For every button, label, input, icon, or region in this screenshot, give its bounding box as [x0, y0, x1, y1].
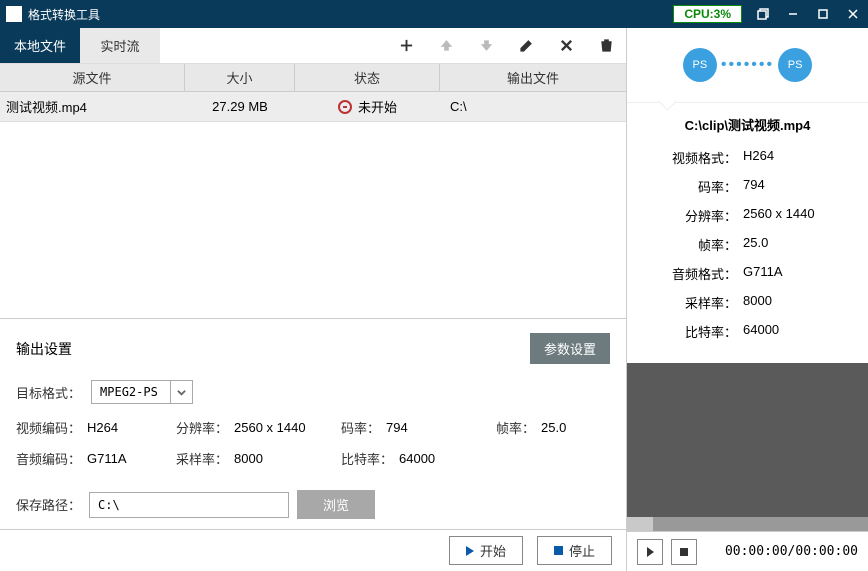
file-list: 测试视频.mp4 27.29 MB 未开始 C:\ [0, 92, 626, 318]
save-path-label: 保存路径： [16, 495, 81, 514]
cell-source: 测试视频.mp4 [0, 97, 185, 116]
player-stop-button[interactable] [671, 539, 697, 565]
bitrate-label: 码率： [341, 418, 380, 437]
save-path-input[interactable] [89, 492, 289, 518]
fps-label: 帧率： [496, 418, 535, 437]
stop-icon [680, 548, 688, 556]
target-format-input[interactable] [91, 380, 171, 404]
close-button[interactable] [838, 0, 868, 28]
table-header: 源文件 大小 状态 输出文件 [0, 64, 626, 92]
app-logo-icon [6, 6, 22, 22]
abitrate-label: 比特率： [341, 449, 393, 468]
prop-samplerate-label: 采样率： [637, 293, 737, 312]
tab-bar: 本地文件 实时流 [0, 28, 626, 64]
prop-resolution-value: 2560 x 1440 [743, 206, 815, 225]
move-up-button[interactable] [426, 28, 466, 63]
prop-bitrate-label: 码率： [637, 177, 737, 196]
output-settings: 输出设置 参数设置 目标格式： 视频编码： H264 分辨率： 2560 x 144… [0, 318, 626, 529]
flow-node-target: PS [778, 48, 812, 82]
cell-output: C:\ [440, 99, 626, 114]
browse-button[interactable]: 浏览 [297, 490, 375, 519]
samplerate-value: 8000 [234, 451, 263, 466]
param-settings-button[interactable]: 参数设置 [530, 333, 610, 364]
resolution-value: 2560 x 1440 [234, 420, 306, 435]
status-notstarted-icon [338, 100, 352, 114]
edit-button[interactable] [506, 28, 546, 63]
cell-status: 未开始 [295, 97, 440, 116]
target-format-label: 目标格式： [16, 383, 81, 402]
maximize-button[interactable] [808, 0, 838, 28]
acodec-value: G711A [87, 451, 127, 466]
prop-aformat-value: G711A [743, 264, 783, 283]
add-button[interactable] [386, 28, 426, 63]
stop-icon [554, 546, 563, 555]
prop-vformat-value: H264 [743, 148, 774, 167]
stop-button[interactable]: 停止 [537, 536, 612, 565]
play-icon [466, 546, 474, 556]
flow-node-source: PS [683, 48, 717, 82]
vcodec-value: H264 [87, 420, 118, 435]
settings-title: 输出设置 [16, 339, 72, 359]
video-preview [627, 363, 868, 531]
play-button[interactable] [637, 539, 663, 565]
scrollbar-thumb[interactable] [627, 517, 653, 531]
conversion-flow: PS ••••••• PS [627, 28, 868, 103]
cell-size: 27.29 MB [185, 99, 295, 114]
acodec-label: 音频编码： [16, 449, 81, 468]
prop-abitrate-label: 比特率： [637, 322, 737, 341]
prop-fps-label: 帧率： [637, 235, 737, 254]
col-source: 源文件 [0, 64, 185, 91]
samplerate-label: 采样率： [176, 449, 228, 468]
prop-bitrate-value: 794 [743, 177, 765, 196]
move-down-button[interactable] [466, 28, 506, 63]
resolution-label: 分辨率： [176, 418, 228, 437]
col-status: 状态 [295, 64, 440, 91]
vcodec-label: 视频编码： [16, 418, 81, 437]
prop-vformat-label: 视频格式： [637, 148, 737, 167]
tab-local-file[interactable]: 本地文件 [0, 28, 80, 63]
minimize-button[interactable] [778, 0, 808, 28]
remove-button[interactable] [546, 28, 586, 63]
restore-button[interactable] [748, 0, 778, 28]
play-icon [647, 547, 654, 557]
prop-samplerate-value: 8000 [743, 293, 772, 312]
status-text: 未开始 [358, 97, 397, 116]
col-size: 大小 [185, 64, 295, 91]
file-properties: C:\clip\测试视频.mp4 视频格式： H264 码率： 794 分辨率： 25… [627, 103, 868, 363]
chevron-down-icon[interactable] [171, 380, 193, 404]
file-path: C:\clip\测试视频.mp4 [637, 115, 858, 134]
action-bar: 开始 停止 [0, 529, 626, 571]
prop-resolution-label: 分辨率： [637, 206, 737, 225]
tab-realtime-stream[interactable]: 实时流 [80, 28, 160, 63]
time-display: 00:00:00/00:00:00 [705, 544, 858, 559]
app-title: 格式转换工具 [28, 6, 100, 23]
cpu-badge: CPU:3% [673, 5, 742, 23]
prop-fps-value: 25.0 [743, 235, 768, 254]
delete-button[interactable] [586, 28, 626, 63]
preview-scrollbar[interactable] [627, 517, 868, 531]
bitrate-value: 794 [386, 420, 408, 435]
prop-abitrate-value: 64000 [743, 322, 779, 341]
target-format-select[interactable] [91, 380, 193, 404]
player-bar: 00:00:00/00:00:00 [627, 531, 868, 571]
table-row[interactable]: 测试视频.mp4 27.29 MB 未开始 C:\ [0, 92, 626, 122]
flow-dots-icon: ••••••• [721, 56, 774, 74]
start-button[interactable]: 开始 [449, 536, 523, 565]
prop-aformat-label: 音频格式： [637, 264, 737, 283]
col-output: 输出文件 [440, 64, 626, 91]
titlebar: 格式转换工具 CPU:3% [0, 0, 868, 28]
fps-value: 25.0 [541, 420, 566, 435]
abitrate-value: 64000 [399, 451, 435, 466]
